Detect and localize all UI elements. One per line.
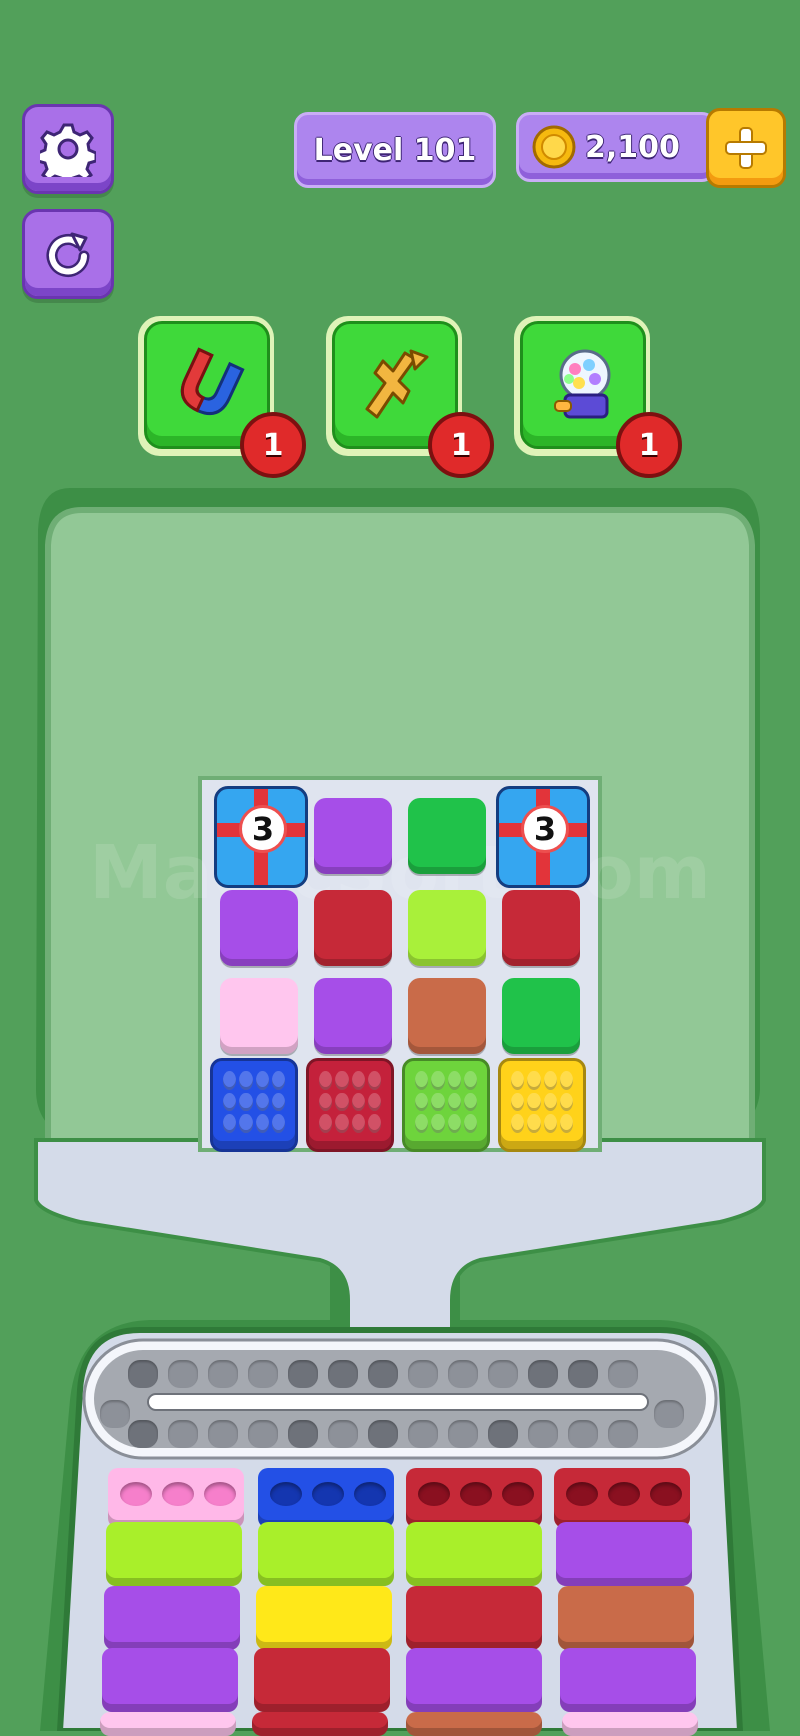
stack-holes <box>418 1482 534 1506</box>
stack-block-brown[interactable] <box>406 1712 542 1736</box>
conveyor-slot <box>288 1360 318 1388</box>
bubble-tile-lime[interactable] <box>402 1058 490 1152</box>
conveyor-slot <box>248 1420 278 1448</box>
stack-block-crimson[interactable] <box>254 1648 390 1712</box>
block-tile-green[interactable] <box>408 798 486 874</box>
conveyor-slot <box>128 1360 158 1388</box>
block-tile-lime[interactable] <box>408 890 486 966</box>
level-indicator: Level 101 <box>294 112 496 188</box>
block-tile-green[interactable] <box>502 978 580 1054</box>
shuffle-icon <box>365 349 429 419</box>
block-tile-purple[interactable] <box>314 978 392 1054</box>
stack-block-purple[interactable] <box>560 1648 696 1712</box>
gumball-icon <box>554 349 611 419</box>
stack-block-brown[interactable] <box>558 1586 694 1650</box>
stack-block-pink[interactable] <box>100 1712 236 1736</box>
bubble-tile-red[interactable] <box>306 1058 394 1152</box>
conveyor-slot <box>608 1420 638 1448</box>
conveyor-slot <box>488 1420 518 1448</box>
gift-count: 3 <box>239 805 287 853</box>
conveyor-slot <box>168 1420 198 1448</box>
watermark-text: MagicSort.com <box>89 830 711 916</box>
stack-block-lime[interactable] <box>106 1522 242 1586</box>
stack-holes <box>120 1482 236 1506</box>
bubble-tile-yellow[interactable] <box>498 1058 586 1152</box>
gift-box-tile[interactable]: 3 <box>214 786 308 888</box>
conveyor-slot <box>248 1360 278 1388</box>
stack-block-lime[interactable] <box>406 1522 542 1586</box>
coin-icon <box>532 125 576 169</box>
stack-block-purple[interactable] <box>102 1648 238 1712</box>
conveyor-slot <box>100 1400 130 1428</box>
block-tile-crimson[interactable] <box>502 890 580 966</box>
conveyor-slot <box>528 1360 558 1388</box>
shuffle-booster-button[interactable]: 1 <box>326 316 494 478</box>
booster-count-badge: 1 <box>240 412 306 478</box>
booster-count-badge: 1 <box>428 412 494 478</box>
block-tile-purple[interactable] <box>220 890 298 966</box>
conveyor-slot <box>488 1360 518 1388</box>
conveyor-slot <box>288 1420 318 1448</box>
block-tile-pink[interactable] <box>220 978 298 1054</box>
conveyor-slot <box>528 1420 558 1448</box>
conveyor-slot <box>328 1420 358 1448</box>
gear-icon <box>40 123 96 177</box>
conveyor-slot <box>128 1420 158 1448</box>
stack-block-pink[interactable] <box>562 1712 698 1736</box>
gift-box-tile[interactable]: 3 <box>496 786 590 888</box>
restart-icon <box>46 232 90 277</box>
stack-block-lime[interactable] <box>258 1522 394 1586</box>
coin-amount: 2,100 <box>585 129 680 165</box>
restart-button[interactable] <box>22 209 114 299</box>
stack-block-yellow[interactable] <box>256 1586 392 1650</box>
settings-button[interactable] <box>22 104 114 194</box>
conveyor-slot <box>448 1360 478 1388</box>
conveyor-slot <box>608 1360 638 1388</box>
gumball-booster-button[interactable]: 1 <box>514 316 682 478</box>
conveyor-slot <box>208 1420 238 1448</box>
conveyor-slot <box>168 1360 198 1388</box>
stack-block-purple[interactable] <box>556 1522 692 1586</box>
booster-count-badge: 1 <box>616 412 682 478</box>
stack-holes <box>270 1482 386 1506</box>
add-coins-button[interactable] <box>706 108 786 188</box>
conveyor-slot <box>568 1360 598 1388</box>
plus-icon <box>725 127 767 169</box>
block-tile-brown[interactable] <box>408 978 486 1054</box>
conveyor-slot <box>408 1360 438 1388</box>
conveyor-slot <box>328 1360 358 1388</box>
stack-block-crimson[interactable] <box>252 1712 388 1736</box>
conveyor-slot <box>654 1400 684 1428</box>
conveyor-slot <box>448 1420 478 1448</box>
magnet-booster-button[interactable]: 1 <box>138 316 306 478</box>
gift-count: 3 <box>521 805 569 853</box>
block-tile-purple[interactable] <box>314 798 392 874</box>
conveyor-slot <box>368 1360 398 1388</box>
conveyor-slot <box>368 1420 398 1448</box>
stack-block-purple[interactable] <box>406 1648 542 1712</box>
conveyor-slot <box>568 1420 598 1448</box>
block-tile-crimson[interactable] <box>314 890 392 966</box>
stack-holes <box>566 1482 682 1506</box>
stack-block-purple[interactable] <box>104 1586 240 1650</box>
conveyor-slot <box>208 1360 238 1388</box>
stack-block-crimson[interactable] <box>406 1586 542 1650</box>
coin-counter: 2,100 <box>516 112 716 182</box>
bubble-tile-blue[interactable] <box>210 1058 298 1152</box>
level-label: Level 101 <box>313 132 477 168</box>
conveyor-slot <box>408 1420 438 1448</box>
magnet-icon <box>180 347 245 415</box>
